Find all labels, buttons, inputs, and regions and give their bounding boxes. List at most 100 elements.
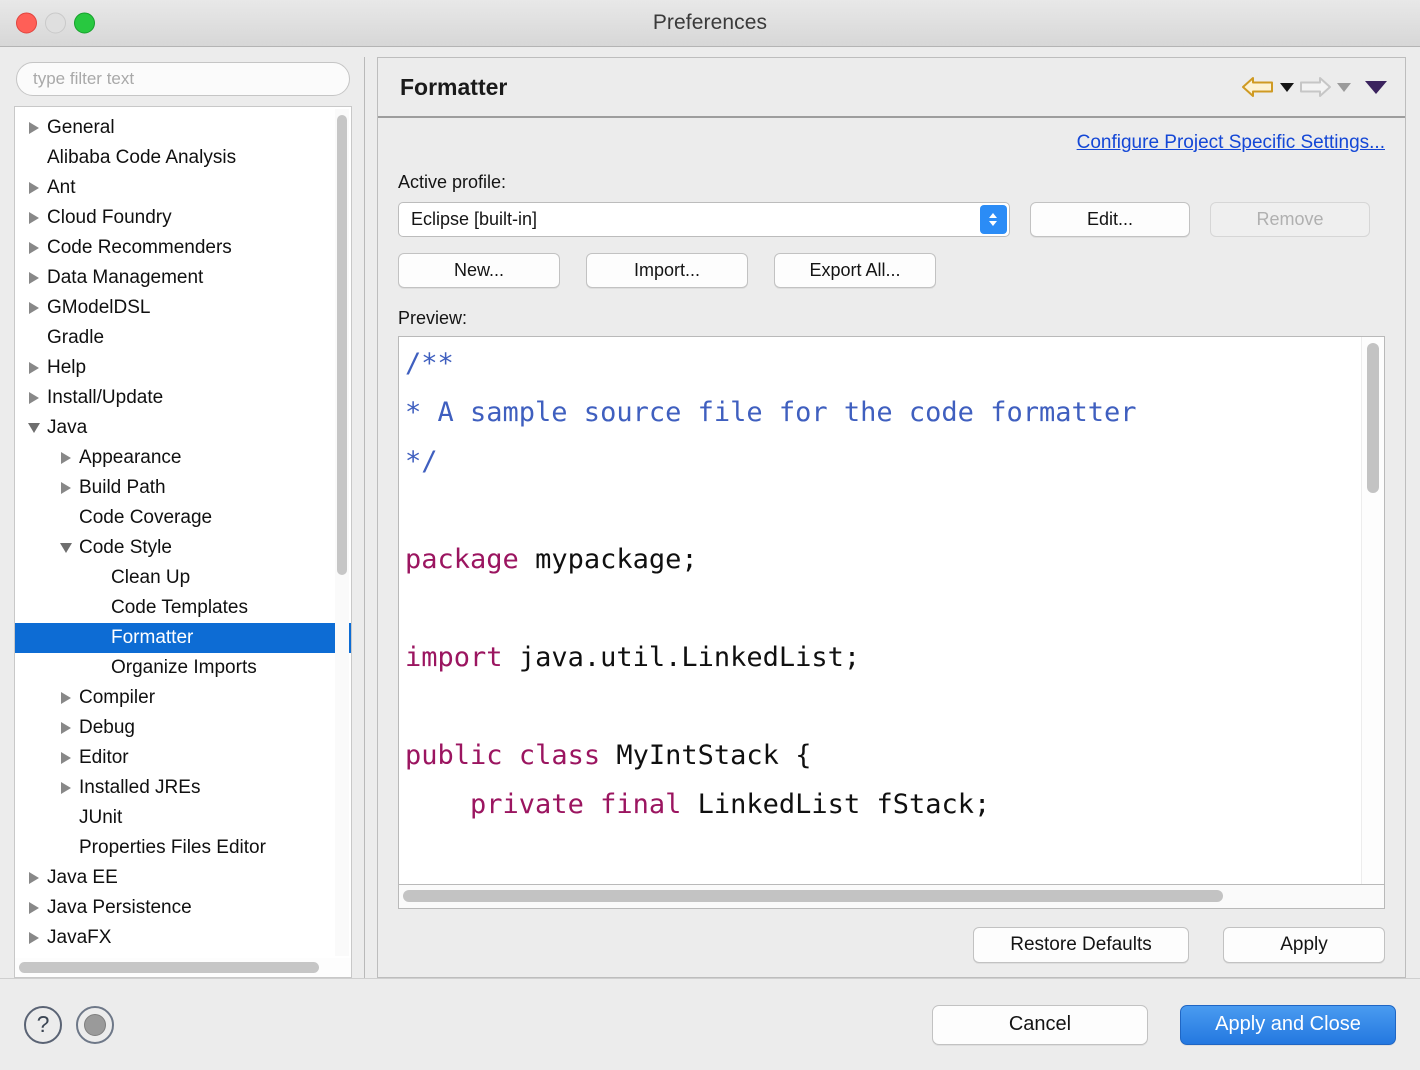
sidebar-item-gradle[interactable]: Gradle xyxy=(15,323,351,353)
zoom-window-button[interactable] xyxy=(74,12,95,34)
minimize-window-button[interactable] xyxy=(45,12,66,34)
new-profile-button[interactable]: New... xyxy=(398,253,560,288)
chevron-right-icon[interactable] xyxy=(25,902,43,914)
back-arrow-icon[interactable] xyxy=(1241,73,1275,101)
chevron-right-icon[interactable] xyxy=(25,182,43,194)
preferences-window: Preferences General Alibaba Code Analysis… xyxy=(0,0,1420,1070)
sidebar-item-code-style[interactable]: Code Style xyxy=(15,533,351,563)
sidebar-item-editor[interactable]: Editor xyxy=(15,743,351,773)
panel-splitter[interactable] xyxy=(364,57,365,978)
chevron-right-icon[interactable] xyxy=(57,752,75,764)
sidebar-item-help[interactable]: Help xyxy=(15,353,351,383)
sidebar-item-formatter[interactable]: Formatter xyxy=(15,623,351,653)
tree-vertical-scrollbar[interactable] xyxy=(335,109,349,956)
sidebar-item-installed-jres[interactable]: Installed JREs xyxy=(15,773,351,803)
active-profile-label: Active profile: xyxy=(398,172,507,192)
export-all-profiles-button[interactable]: Export All... xyxy=(774,253,936,288)
chevron-right-icon[interactable] xyxy=(25,362,43,374)
sidebar-item-install-update[interactable]: Install/Update xyxy=(15,383,351,413)
forward-menu-caret-down-icon[interactable] xyxy=(1337,82,1351,92)
preview-horizontal-scroll-thumb[interactable] xyxy=(403,890,1223,902)
sidebar-item-ant[interactable]: Ant xyxy=(15,173,351,203)
sidebar-item-code-coverage[interactable]: Code Coverage xyxy=(15,503,351,533)
active-profile-select[interactable]: Eclipse [built-in] xyxy=(398,202,1010,237)
forward-nav-group[interactable] xyxy=(1298,73,1351,101)
sidebar-item-build-path[interactable]: Build Path xyxy=(15,473,351,503)
chevron-down-icon[interactable] xyxy=(57,543,75,553)
active-profile-value: Eclipse [built-in] xyxy=(411,209,538,229)
chevron-right-icon[interactable] xyxy=(25,242,43,254)
chevron-right-icon[interactable] xyxy=(57,722,75,734)
sidebar-item-alibaba-code-analysis[interactable]: Alibaba Code Analysis xyxy=(15,143,351,173)
preview-vertical-scroll-thumb[interactable] xyxy=(1367,343,1379,493)
tree-horizontal-scrollbar[interactable] xyxy=(14,958,352,978)
chevron-right-icon[interactable] xyxy=(25,212,43,224)
profile-row: Eclipse [built-in] Edit... Remove xyxy=(398,202,1385,237)
apply-button[interactable]: Apply xyxy=(1223,927,1385,963)
chevron-up-icon xyxy=(989,213,998,218)
back-nav-group[interactable] xyxy=(1241,73,1294,101)
cancel-button[interactable]: Cancel xyxy=(932,1004,1148,1045)
sidebar-item-label: Editor xyxy=(79,747,129,768)
sidebar-item-data-management[interactable]: Data Management xyxy=(15,263,351,293)
configure-link-row: Configure Project Specific Settings... xyxy=(398,132,1385,154)
search-input[interactable] xyxy=(16,62,350,96)
sidebar-item-cloud-foundry[interactable]: Cloud Foundry xyxy=(15,203,351,233)
apply-and-close-button[interactable]: Apply and Close xyxy=(1180,1004,1396,1045)
navigation-icons xyxy=(1241,73,1387,101)
close-window-button[interactable] xyxy=(16,12,37,34)
preview-horizontal-scrollbar[interactable] xyxy=(398,885,1385,909)
chevron-right-icon[interactable] xyxy=(57,782,75,794)
sidebar-item-label: Ant xyxy=(47,177,76,198)
sidebar-item-code-recommenders[interactable]: Code Recommenders xyxy=(15,233,351,263)
chevron-right-icon[interactable] xyxy=(25,122,43,134)
edit-profile-button[interactable]: Edit... xyxy=(1030,202,1190,237)
chevron-right-icon[interactable] xyxy=(25,872,43,884)
import-profile-button[interactable]: Import... xyxy=(586,253,748,288)
sidebar-item-debug[interactable]: Debug xyxy=(15,713,351,743)
question-mark-icon[interactable]: ? xyxy=(24,1005,62,1044)
sidebar-item-label: GModelDSL xyxy=(47,297,151,318)
chevron-right-icon[interactable] xyxy=(57,692,75,704)
sidebar-item-java[interactable]: Java xyxy=(15,413,351,443)
chevron-right-icon[interactable] xyxy=(25,392,43,404)
dialog-footer: ? Cancel Apply and Close xyxy=(0,978,1420,1070)
chevron-right-icon[interactable] xyxy=(25,932,43,944)
formatter-settings: Configure Project Specific Settings... A… xyxy=(378,118,1405,977)
preview-vertical-scrollbar[interactable] xyxy=(1361,337,1384,884)
sidebar-item-organize-imports[interactable]: Organize Imports xyxy=(15,653,351,683)
sidebar-item-java-ee[interactable]: Java EE xyxy=(15,863,351,893)
chevron-right-icon[interactable] xyxy=(25,302,43,314)
chevron-down-icon[interactable] xyxy=(25,423,43,433)
sidebar-item-junit[interactable]: JUnit xyxy=(15,803,351,833)
disc-icon[interactable] xyxy=(76,1005,114,1044)
view-menu-caret-down-icon[interactable] xyxy=(1365,80,1387,94)
configure-project-specific-settings-link[interactable]: Configure Project Specific Settings... xyxy=(1077,132,1385,153)
chevron-right-icon[interactable] xyxy=(25,272,43,284)
forward-arrow-icon[interactable] xyxy=(1298,73,1332,101)
sidebar-item-clean-up[interactable]: Clean Up xyxy=(15,563,351,593)
sidebar: General Alibaba Code Analysis Ant Cloud Fou… xyxy=(14,57,364,978)
remove-profile-button: Remove xyxy=(1210,202,1370,237)
restore-defaults-button[interactable]: Restore Defaults xyxy=(973,927,1189,963)
sidebar-item-java-persistence[interactable]: Java Persistence xyxy=(15,893,351,923)
sidebar-item-javafx[interactable]: JavaFX xyxy=(15,923,351,953)
chevron-right-icon[interactable] xyxy=(57,452,75,464)
sidebar-item-label: Properties Files Editor xyxy=(79,837,266,858)
sidebar-item-general[interactable]: General xyxy=(15,113,351,143)
chevron-right-icon[interactable] xyxy=(57,482,75,494)
sidebar-item-compiler[interactable]: Compiler xyxy=(15,683,351,713)
sidebar-item-properties-files-editor[interactable]: Properties Files Editor xyxy=(15,833,351,863)
tree-horizontal-scroll-thumb[interactable] xyxy=(19,962,319,973)
tree-vertical-scroll-thumb[interactable] xyxy=(337,115,347,575)
sidebar-item-label: Debug xyxy=(79,717,135,738)
profile-stepper-icon[interactable] xyxy=(980,205,1007,234)
preview-label: Preview: xyxy=(398,308,468,328)
sidebar-item-gmodeldsl[interactable]: GModelDSL xyxy=(15,293,351,323)
back-menu-caret-down-icon[interactable] xyxy=(1280,82,1294,92)
sidebar-item-label: Help xyxy=(47,357,87,378)
sidebar-item-code-templates[interactable]: Code Templates xyxy=(15,593,351,623)
window-title: Preferences xyxy=(652,11,768,34)
sidebar-item-appearance[interactable]: Appearance xyxy=(15,443,351,473)
